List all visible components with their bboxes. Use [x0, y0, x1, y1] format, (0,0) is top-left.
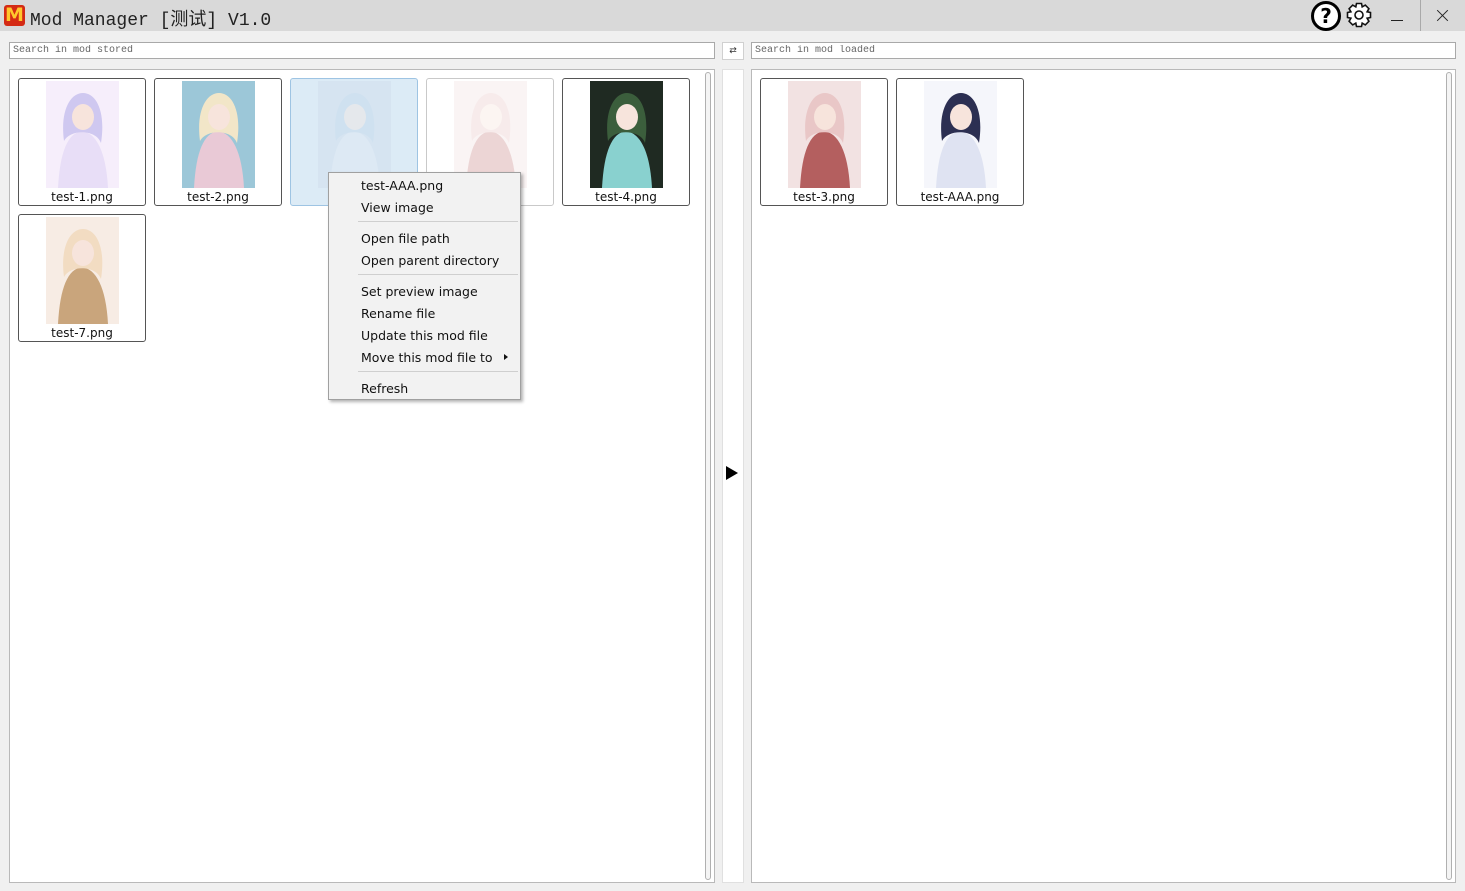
submenu-arrow-icon — [504, 354, 508, 360]
menu-separator — [358, 371, 518, 372]
menu-item-view-image[interactable]: View image — [361, 200, 434, 215]
mod-card[interactable]: test-1.png — [18, 78, 146, 206]
mod-card-label: test-4.png — [595, 190, 657, 204]
mod-card-label: test-1.png — [51, 190, 113, 204]
search-stored-input[interactable] — [9, 42, 715, 59]
search-loaded-input[interactable] — [751, 42, 1456, 59]
loaded-scrollbar[interactable] — [1446, 72, 1452, 880]
menu-separator — [358, 221, 518, 222]
mod-card[interactable]: test-4.png — [562, 78, 690, 206]
mod-thumbnail — [46, 81, 119, 188]
mod-thumbnail — [924, 81, 997, 188]
move-right-arrow-icon[interactable] — [726, 466, 738, 480]
menu-separator — [358, 274, 518, 275]
mod-card-label: test-AAA.png — [920, 190, 1000, 204]
menu-item-rename-file[interactable]: Rename file — [361, 306, 435, 321]
window-title: Mod Manager [测试] V1.0 — [30, 11, 272, 31]
swap-button[interactable]: ⇄ — [722, 42, 744, 60]
mod-thumbnail — [590, 81, 663, 188]
menu-item-open-file-path[interactable]: Open file path — [361, 231, 450, 246]
menu-item-update-mod-file[interactable]: Update this mod file — [361, 328, 488, 343]
mod-card-label: test-7.png — [51, 326, 113, 340]
mod-card-label: test-3.png — [793, 190, 855, 204]
gear-icon[interactable] — [1343, 0, 1375, 31]
close-button[interactable] — [1420, 0, 1465, 31]
app-logo-icon: M — [4, 4, 25, 26]
menu-item-move-mod-file-to[interactable]: Move this mod file to — [361, 350, 493, 365]
mod-card-label: test-2.png — [187, 190, 249, 204]
stored-scrollbar[interactable] — [705, 72, 711, 880]
help-icon[interactable]: ? — [1311, 1, 1341, 31]
mod-thumbnail — [46, 217, 119, 324]
title-bar: M Mod Manager [测试] V1.0 ? — [0, 0, 1465, 31]
menu-item-refresh[interactable]: Refresh — [361, 381, 408, 396]
loaded-mod-card[interactable]: test-AAA.png — [896, 78, 1024, 206]
menu-item-open-parent-directory[interactable]: Open parent directory — [361, 253, 499, 268]
menu-item-set-preview-image[interactable]: Set preview image — [361, 284, 478, 299]
mod-card[interactable]: test-7.png — [18, 214, 146, 342]
mod-thumbnail — [182, 81, 255, 188]
loaded-mod-card[interactable]: test-3.png — [760, 78, 888, 206]
context-menu-header: test-AAA.png — [361, 178, 444, 193]
context-menu: test-AAA.png View image Open file path O… — [328, 172, 521, 400]
mod-thumbnail — [788, 81, 861, 188]
minimize-button[interactable] — [1376, 0, 1418, 31]
mod-card[interactable]: test-2.png — [154, 78, 282, 206]
